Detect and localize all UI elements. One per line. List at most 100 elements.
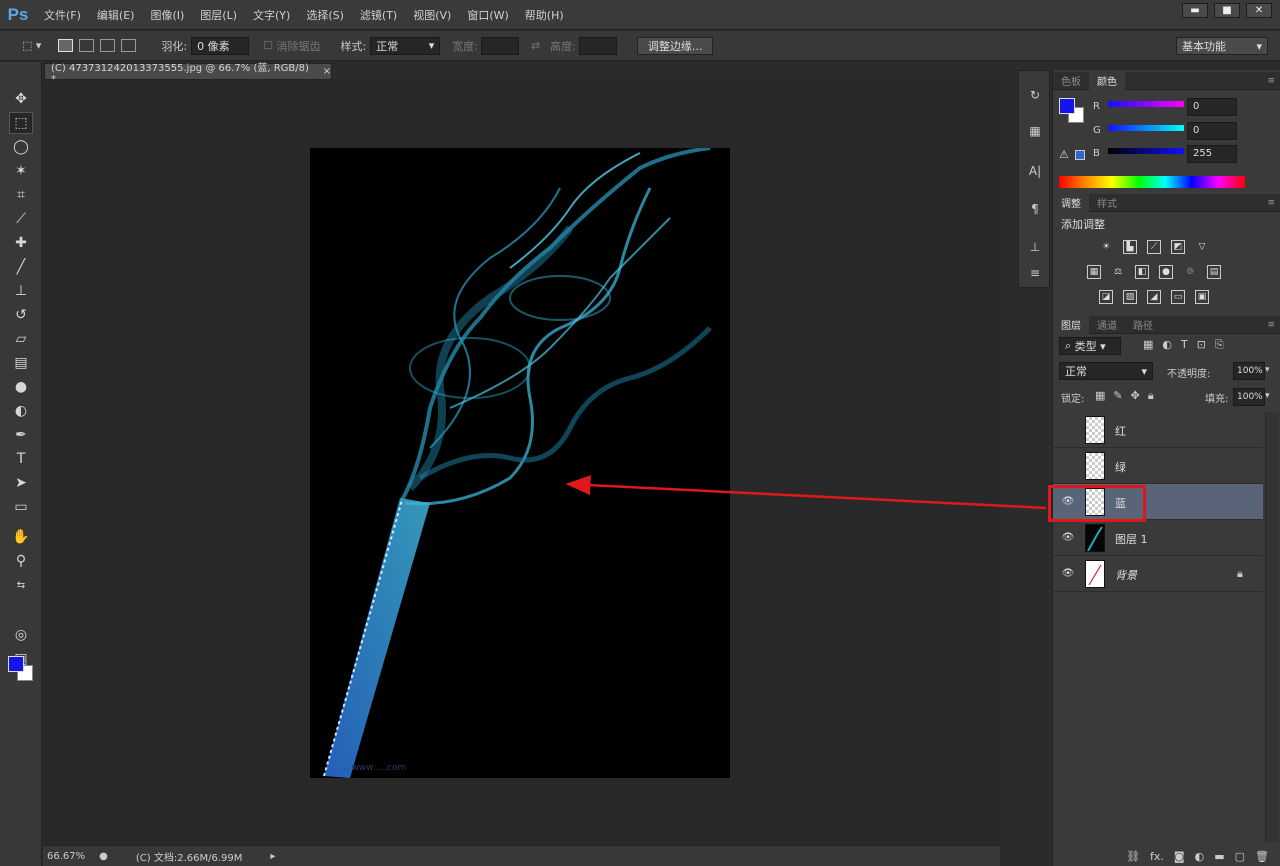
minimize-button[interactable]: ▬ [1182, 3, 1208, 18]
crop-tool-icon[interactable]: ⌗ [9, 184, 33, 206]
eye-icon[interactable]: 👁︎ [1061, 566, 1075, 580]
photo-filter-icon[interactable]: ● [1159, 265, 1173, 279]
color-lookup-icon[interactable]: ▤ [1207, 265, 1221, 279]
paragraph-panel-icon[interactable]: ¶ [1025, 199, 1045, 219]
fx-button[interactable]: fx. [1150, 850, 1164, 863]
menu-image[interactable]: 图像(I) [142, 0, 192, 30]
menu-window[interactable]: 窗口(W) [459, 0, 516, 30]
threshold-icon[interactable]: ◢ [1147, 290, 1161, 304]
tab-channels[interactable]: 通道 [1089, 316, 1125, 334]
intersect-selection-icon[interactable] [121, 39, 137, 52]
tab-color[interactable]: 颜色 [1089, 71, 1125, 90]
move-tool-icon[interactable]: ✥ [9, 88, 33, 110]
swap-colors-icon[interactable]: ⇆ [9, 574, 33, 596]
status-menu-arrow-icon[interactable]: ▸ [270, 851, 275, 862]
eye-icon[interactable]: 👁︎ [1061, 530, 1075, 544]
tab-styles[interactable]: 样式 [1089, 194, 1125, 212]
lock-transparency-icon[interactable]: ▦ [1095, 389, 1105, 403]
magic-wand-tool-icon[interactable]: ✶ [9, 160, 33, 182]
lock-pixels-icon[interactable]: ✎ [1113, 389, 1122, 403]
style-select[interactable]: 正常 ▾ [370, 36, 441, 55]
swap-icon[interactable]: ⇄ [531, 39, 540, 52]
menu-edit[interactable]: 编辑(E) [89, 0, 143, 30]
lock-position-icon[interactable]: ✥ [1131, 389, 1140, 403]
levels-icon[interactable]: ▙ [1123, 240, 1137, 254]
gamut-warning-icon[interactable]: ⚠ [1059, 148, 1069, 161]
antialias-checkbox[interactable]: ☐ 消除锯齿 [263, 38, 320, 54]
color-spectrum-bar[interactable] [1059, 176, 1245, 188]
type-filter-icon[interactable]: T [1181, 338, 1188, 352]
tab-layers[interactable]: 图层 [1053, 315, 1089, 334]
tab-paths[interactable]: 路径 [1125, 316, 1161, 334]
actions-panel-icon[interactable]: ▦ [1025, 121, 1045, 141]
fill-input[interactable]: 100% [1233, 388, 1265, 406]
layer-row-green[interactable]: 绿 [1053, 448, 1263, 484]
channel-mixer-icon[interactable]: ♲ [1183, 265, 1197, 279]
menu-view[interactable]: 视图(V) [405, 0, 459, 30]
hand-tool-icon[interactable]: ✋ [9, 526, 33, 548]
channel-r-input[interactable]: 0 [1187, 98, 1237, 116]
marquee-tool-preset-icon[interactable]: ⬚ ▾ [22, 39, 41, 52]
smart-object-filter-icon[interactable]: ⎘ [1215, 338, 1224, 352]
healing-brush-tool-icon[interactable]: ✚ [9, 232, 33, 254]
add-mask-icon[interactable]: ◙ [1174, 850, 1185, 863]
tool-presets-icon[interactable]: ⊥ [1025, 237, 1045, 257]
tab-swatches[interactable]: 色板 [1053, 72, 1089, 90]
opacity-input[interactable]: 100% [1233, 362, 1265, 380]
layer-row-layer1[interactable]: 👁︎ 图层 1 [1053, 520, 1263, 556]
web-safe-swatch[interactable] [1075, 150, 1085, 160]
chevron-down-icon[interactable]: ▾ [1265, 391, 1270, 401]
close-icon[interactable]: × [323, 66, 331, 77]
adjustment-filter-icon[interactable]: ◐ [1162, 338, 1172, 352]
curves-icon[interactable]: ⟋ [1147, 240, 1161, 254]
lock-all-icon[interactable]: 🔒︎ [1148, 389, 1154, 403]
selective-color-icon[interactable]: ▣ [1195, 290, 1209, 304]
menu-layer[interactable]: 图层(L) [192, 0, 245, 30]
channel-g-slider[interactable] [1108, 125, 1184, 131]
close-button[interactable]: ✕ [1246, 3, 1272, 18]
hue-saturation-icon[interactable]: ▦ [1087, 265, 1101, 279]
clone-stamp-tool-icon[interactable]: ⊥ [9, 280, 33, 302]
pixel-filter-icon[interactable]: ▦ [1143, 338, 1153, 352]
brush-tool-icon[interactable]: ╱ [9, 256, 33, 278]
posterize-icon[interactable]: ▨ [1123, 290, 1137, 304]
maximize-button[interactable]: ■ [1214, 3, 1240, 18]
workspace-switcher[interactable]: 基本功能 ▾ [1176, 37, 1268, 55]
feather-input[interactable]: 0 像素 [191, 36, 250, 55]
blend-mode-select[interactable]: 正常 ▾ [1059, 362, 1153, 380]
blur-tool-icon[interactable]: ● [9, 376, 33, 398]
new-selection-icon[interactable] [58, 39, 74, 52]
channel-b-slider[interactable] [1108, 148, 1184, 154]
menu-filter[interactable]: 滤镜(T) [352, 0, 405, 30]
delete-layer-icon[interactable]: 🗑︎ [1255, 850, 1269, 863]
chevron-down-icon[interactable]: ▾ [1265, 365, 1270, 375]
vibrance-icon[interactable]: ▽ [1195, 240, 1209, 254]
link-layers-icon[interactable]: ⛓ [1126, 850, 1140, 863]
rectangle-tool-icon[interactable]: ▭ [9, 496, 33, 518]
channel-b-input[interactable]: 255 [1187, 145, 1237, 163]
quick-mask-icon[interactable]: ◎ [9, 624, 33, 646]
status-info-icon[interactable]: ● [99, 851, 108, 862]
tab-adjustments[interactable]: 调整 [1053, 193, 1089, 212]
brightness-contrast-icon[interactable]: ☀ [1099, 240, 1113, 254]
pen-tool-icon[interactable]: ✒ [9, 424, 33, 446]
height-input[interactable] [578, 36, 617, 55]
color-fg-swatch[interactable] [1059, 98, 1075, 114]
eyedropper-tool-icon[interactable]: ⟋ [9, 208, 33, 230]
channel-g-input[interactable]: 0 [1187, 122, 1237, 140]
panel-menu-icon[interactable]: ≡ [1267, 320, 1275, 330]
new-layer-icon[interactable]: ▢ [1235, 850, 1245, 863]
character-panel-icon[interactable]: A| [1025, 161, 1045, 181]
channel-r-slider[interactable] [1108, 101, 1184, 107]
black-white-icon[interactable]: ◧ [1135, 265, 1149, 279]
history-brush-tool-icon[interactable]: ↺ [9, 304, 33, 326]
path-selection-tool-icon[interactable]: ➤ [9, 472, 33, 494]
menu-select[interactable]: 选择(S) [298, 0, 352, 30]
panel-menu-icon[interactable]: ≡ [1267, 198, 1275, 208]
document-tab[interactable]: (C) 473731242013373555.jpg @ 66.7% (蓝, R… [44, 63, 332, 85]
shape-filter-icon[interactable]: ⊡ [1197, 338, 1206, 352]
layer-row-red[interactable]: 红 [1053, 412, 1263, 448]
gradient-tool-icon[interactable]: ▤ [9, 352, 33, 374]
width-input[interactable] [480, 36, 519, 55]
panel-menu-icon[interactable]: ≡ [1267, 76, 1275, 86]
